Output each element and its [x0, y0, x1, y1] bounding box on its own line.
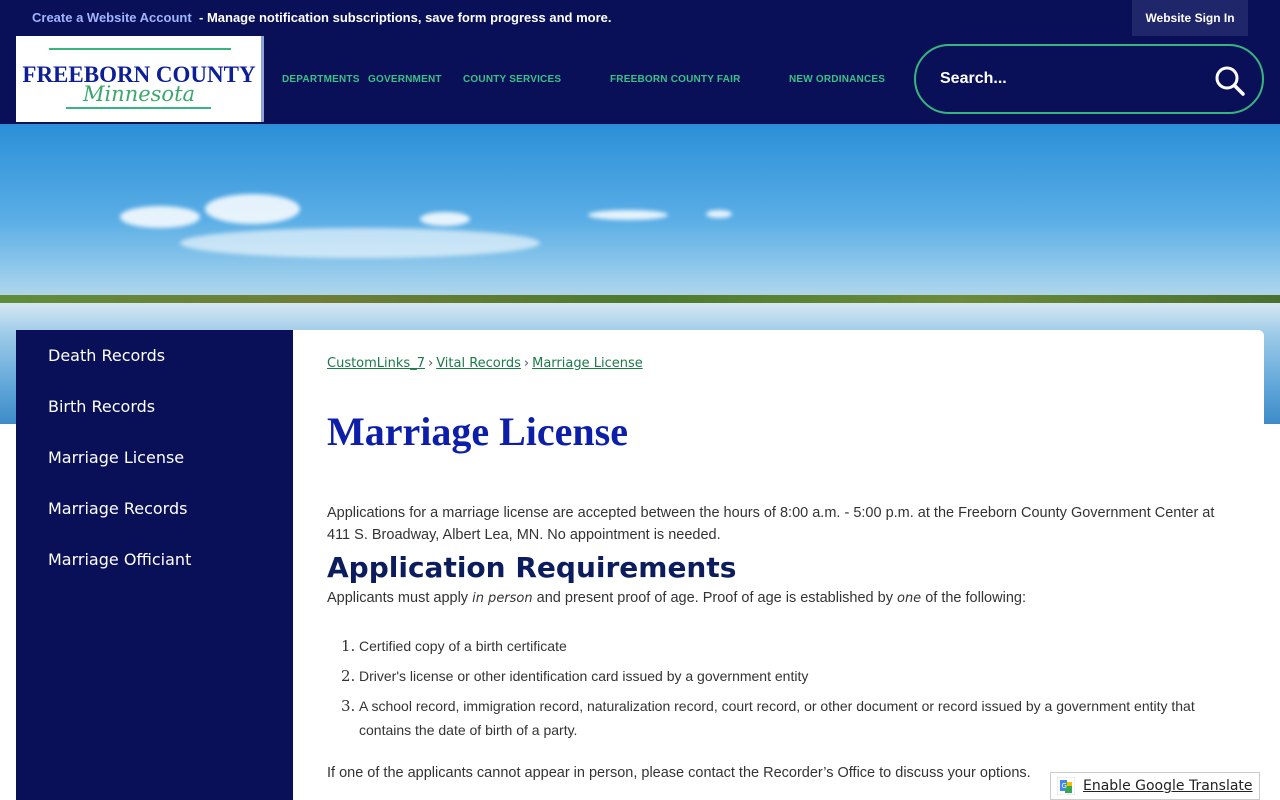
- cloud: [180, 228, 540, 258]
- svg-text:G: G: [1062, 782, 1067, 790]
- intro-paragraph: Applications for a marriage license are …: [327, 505, 1215, 543]
- google-translate-button[interactable]: G Enable Google Translate: [1050, 772, 1260, 800]
- requirements-emphasis-in-person: in person: [472, 591, 533, 606]
- site-header: FREEBORN COUNTY Minnesota DEPARTMENTS GO…: [0, 36, 1280, 124]
- proof-of-age-list: 1. Certified copy of a birth certificate …: [327, 634, 1207, 748]
- cloud: [205, 194, 300, 224]
- sidebar-item-marriage-license[interactable]: Marriage License: [48, 448, 184, 467]
- list-text: Driver's license or other identification…: [359, 668, 809, 684]
- list-item: 2. Driver's license or other identificati…: [327, 664, 1207, 688]
- requirements-text-c: of the following:: [921, 590, 1026, 606]
- cloud: [588, 210, 668, 220]
- section-sidebar: Death Records Birth Records Marriage Lic…: [16, 330, 293, 800]
- site-search: [914, 44, 1264, 114]
- main-content: CustomLinks_7 › Vital Records › Marriage Lic…: [293, 330, 1264, 800]
- breadcrumb-customlinks[interactable]: CustomLinks_7: [327, 356, 425, 371]
- list-number: 3.: [341, 697, 356, 715]
- create-account-link[interactable]: Create a Website Account: [32, 10, 192, 25]
- nav-new-ordinances[interactable]: NEW ORDINANCES: [789, 74, 885, 85]
- search-icon[interactable]: [1214, 65, 1246, 97]
- requirements-paragraph: Applicants must apply in person and pres…: [327, 590, 1026, 606]
- nav-government[interactable]: GOVERNMENT: [368, 74, 442, 85]
- sidebar-item-marriage-records[interactable]: Marriage Records: [48, 499, 187, 518]
- cloud: [420, 212, 470, 226]
- search-input[interactable]: [940, 64, 1200, 94]
- nav-freeborn-county-fair[interactable]: FREEBORN COUNTY FAIR: [610, 74, 741, 85]
- cloud: [706, 210, 732, 218]
- list-item: 3. A school record, immigration record, n…: [327, 694, 1207, 742]
- requirements-heading: Application Requirements: [327, 551, 737, 584]
- logo-bottom-rule: [66, 107, 211, 109]
- google-translate-label: Enable Google Translate: [1083, 778, 1253, 794]
- list-number: 2.: [341, 667, 356, 685]
- list-text: A school record, immigration record, nat…: [359, 698, 1195, 738]
- list-text: Certified copy of a birth certificate: [359, 638, 567, 654]
- cloud: [120, 206, 200, 228]
- account-tagline: - Manage notification subscriptions, sav…: [199, 10, 612, 25]
- final-paragraph: If one of the applicants cannot appear i…: [327, 765, 1031, 781]
- logo-top-rule: [49, 48, 231, 50]
- treeline: [0, 295, 1280, 303]
- breadcrumb-separator: ›: [523, 356, 530, 371]
- website-sign-in-button[interactable]: Website Sign In: [1132, 0, 1248, 36]
- breadcrumb: CustomLinks_7 › Vital Records › Marriage Lic…: [327, 356, 643, 371]
- sidebar-item-birth-records[interactable]: Birth Records: [48, 397, 155, 416]
- requirements-text-a: Applicants must apply: [327, 590, 473, 606]
- logo-state: Minnesota: [82, 82, 196, 106]
- utility-bar: Create a Website Account - Manage notifi…: [0, 0, 1280, 36]
- nav-departments[interactable]: DEPARTMENTS: [282, 74, 360, 85]
- page-title: Marriage License: [327, 409, 628, 454]
- county-logo[interactable]: FREEBORN COUNTY Minnesota: [16, 36, 264, 122]
- sidebar-item-death-records[interactable]: Death Records: [48, 346, 165, 365]
- breadcrumb-marriage-license[interactable]: Marriage License: [532, 356, 643, 371]
- list-item: 1. Certified copy of a birth certificate: [327, 634, 1207, 658]
- breadcrumb-vital-records[interactable]: Vital Records: [436, 356, 521, 371]
- list-number: 1.: [341, 637, 356, 655]
- requirements-text-b: and present proof of age. Proof of age i…: [532, 590, 897, 606]
- requirements-emphasis-one: one: [896, 591, 922, 606]
- sidebar-item-marriage-officiant[interactable]: Marriage Officiant: [48, 550, 191, 569]
- nav-county-services[interactable]: COUNTY SERVICES: [463, 74, 561, 85]
- google-translate-icon: G: [1056, 776, 1076, 796]
- breadcrumb-separator: ›: [427, 356, 434, 371]
